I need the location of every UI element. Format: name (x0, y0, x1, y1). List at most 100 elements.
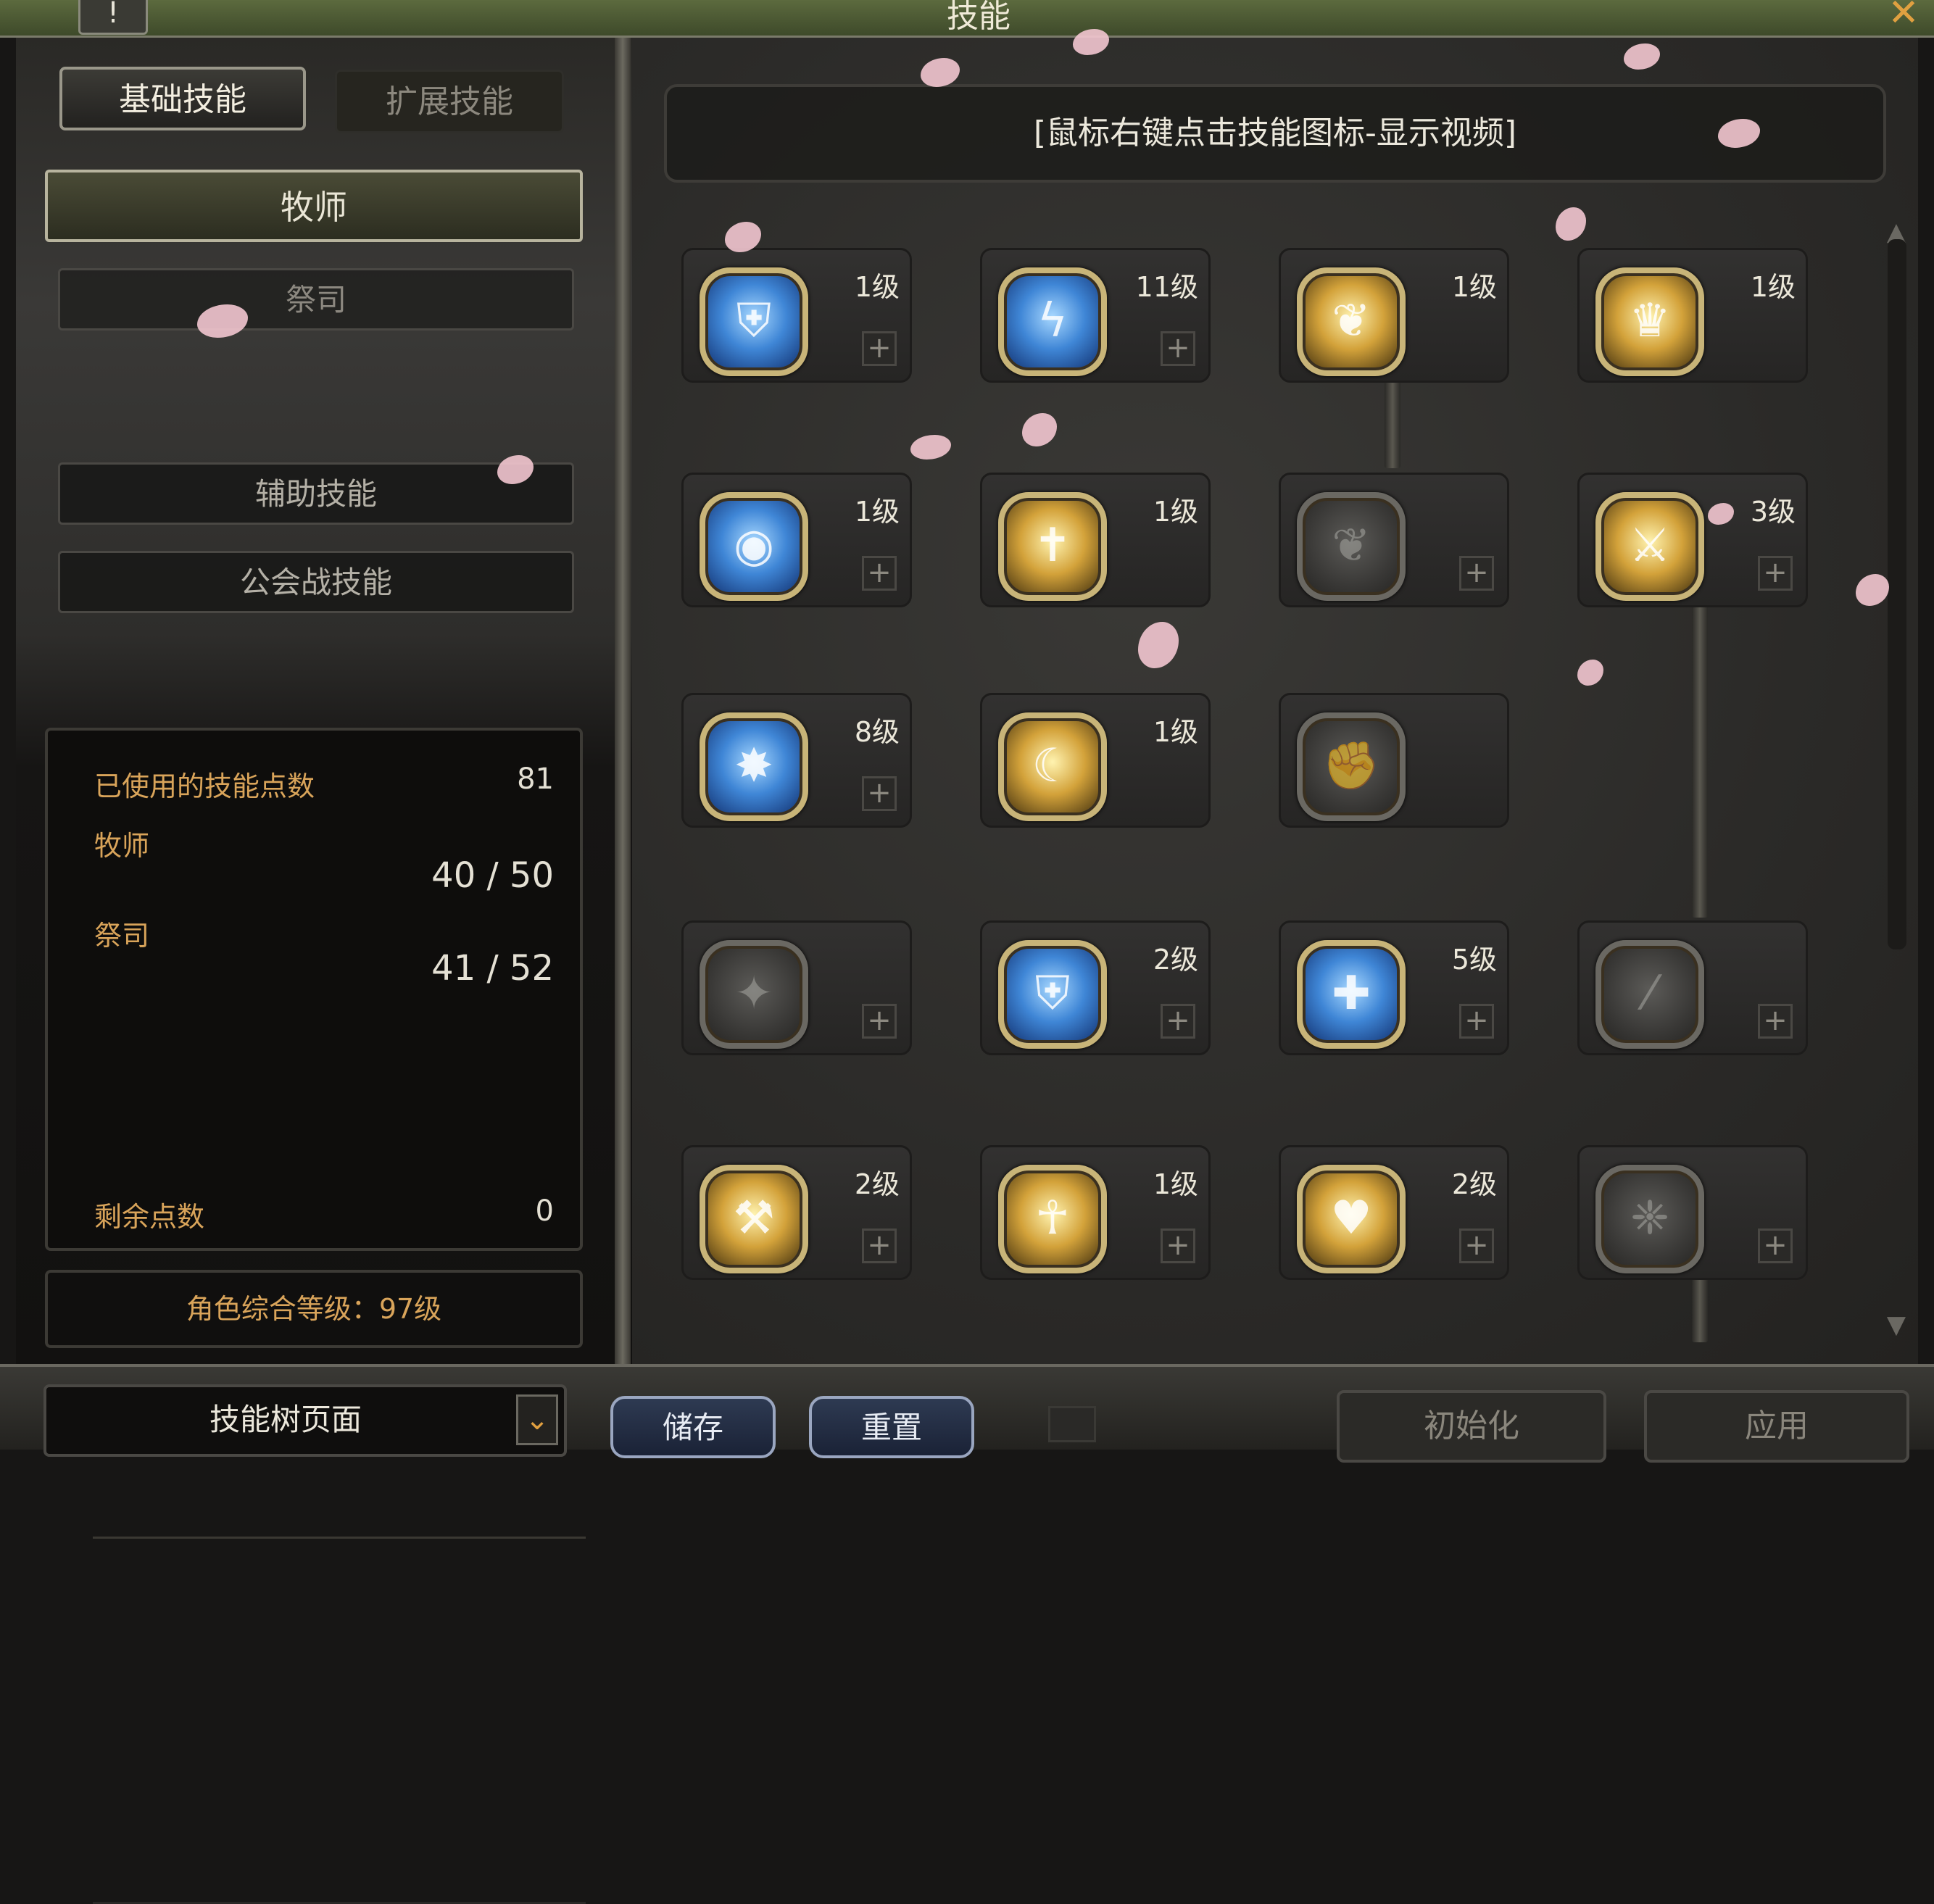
priest-icon[interactable]: ✝ (998, 492, 1107, 601)
window-title: 技能 (947, 0, 1010, 35)
skill-glyph: ❦ (1332, 294, 1371, 348)
claw-icon[interactable]: ❈ (1595, 1165, 1704, 1273)
skill-slot[interactable]: ϟ 11级 + (980, 248, 1211, 383)
class2-label: 祭司 (94, 920, 150, 952)
skill-glyph: ⛨ (736, 294, 771, 348)
fist-icon[interactable]: ✊ (1297, 712, 1406, 821)
add-skill-point-button[interactable]: + (1459, 1004, 1494, 1039)
category-priest[interactable]: 牧师 (45, 170, 583, 242)
skill-slot[interactable]: ☥ 1级 + (980, 1145, 1211, 1280)
skill-slot[interactable]: ☾ 1级 (980, 693, 1211, 828)
figure-icon[interactable]: ☥ (998, 1165, 1107, 1273)
skill-slot[interactable]: ✦ + (681, 920, 912, 1055)
skill-level: 2级 (854, 1168, 900, 1200)
skill-glyph: ⁄ (1645, 967, 1654, 1020)
skill-level: 2级 (1451, 1168, 1497, 1200)
skill-slot[interactable]: ✝ 1级 (980, 473, 1211, 607)
tab-extended-skills[interactable]: 扩展技能 (335, 70, 564, 133)
skill-level: 3级 (1750, 496, 1796, 528)
tree-connector (1692, 1277, 1708, 1342)
skill-level: 1级 (1153, 1168, 1198, 1200)
skill-tree-page-select[interactable]: 技能树页面 ⌄ (43, 1384, 567, 1457)
add-skill-point-button[interactable]: + (862, 1229, 897, 1263)
skill-level: 1级 (854, 271, 900, 303)
skill-level: 1级 (1153, 716, 1198, 748)
close-button[interactable]: ✕ (1882, 0, 1925, 35)
class1-points: 40 / 50 (431, 855, 554, 896)
skill-slot[interactable]: ✊ (1279, 693, 1509, 828)
help-button[interactable]: ! (78, 0, 148, 35)
add-skill-point-button[interactable]: + (1459, 556, 1494, 591)
add-skill-point-button[interactable]: + (862, 1004, 897, 1039)
skill-slot[interactable]: ♛ 1级 (1577, 248, 1808, 383)
add-skill-point-button[interactable]: + (1161, 1229, 1195, 1263)
skill-slot[interactable]: ♥ 2级 + (1279, 1145, 1509, 1280)
skill-slot[interactable]: ⁄ + (1577, 920, 1808, 1055)
skill-glyph: ☥ (1035, 1192, 1070, 1245)
skill-slot[interactable]: ⚔ 3级 + (1577, 473, 1808, 607)
skill-glyph: ☾ (1032, 739, 1074, 793)
burst-icon[interactable]: ✸ (700, 712, 808, 821)
reset-button[interactable]: 重置 (809, 1396, 974, 1458)
sword-icon[interactable]: ⚔ (1595, 492, 1704, 601)
add-skill-point-button[interactable]: + (1758, 556, 1793, 591)
skill-slot[interactable]: ✚ 5级 + (1279, 920, 1509, 1055)
add-skill-point-button[interactable]: + (1161, 1004, 1195, 1039)
slash-icon[interactable]: ⁄ (1595, 940, 1704, 1049)
add-skill-point-button[interactable]: + (1758, 1004, 1793, 1039)
circle-icon[interactable]: ◉ (700, 492, 808, 601)
class2-points: 41 / 52 (431, 948, 554, 989)
skill-slot[interactable]: ❦ 1级 (1279, 248, 1509, 383)
placeholder-box (1048, 1406, 1096, 1442)
add-skill-point-button[interactable]: + (862, 776, 897, 811)
skill-glyph: ♛ (1629, 294, 1671, 348)
tree-connector (1692, 606, 1708, 918)
skill-glyph: ⚒ (733, 1192, 775, 1245)
bird-icon[interactable]: ❦ (1297, 492, 1406, 601)
skill-level: 8级 (854, 716, 900, 748)
skill-level: 1级 (1153, 496, 1198, 528)
skill-slot[interactable]: ❈ + (1577, 1145, 1808, 1280)
summon-icon[interactable]: ♛ (1595, 267, 1704, 376)
scrollbar[interactable] (1888, 239, 1906, 949)
skill-slot[interactable]: ⛨ 2级 + (980, 920, 1211, 1055)
hp-icon[interactable]: ♥ (1297, 1165, 1406, 1273)
tree-connector (1385, 381, 1400, 468)
hammer-icon[interactable]: ⚒ (700, 1165, 808, 1273)
add-skill-point-button[interactable]: + (1459, 1229, 1494, 1263)
add-skill-point-button[interactable]: + (1161, 331, 1195, 366)
skill-level: 1级 (854, 496, 900, 528)
save-button[interactable]: 储存 (610, 1396, 776, 1458)
initialize-button[interactable]: 初始化 (1337, 1390, 1606, 1463)
skill-glyph: ϟ (1037, 294, 1068, 348)
remaining-points-label: 剩余点数 (94, 1201, 205, 1233)
skill-glyph: ⛨ (1035, 967, 1070, 1020)
cross-icon[interactable]: ✚ (1297, 940, 1406, 1049)
skill-slot[interactable]: ⛨ 1级 + (681, 248, 912, 383)
category-guild-war-skills[interactable]: 公会战技能 (58, 551, 574, 613)
arc-icon[interactable]: ☾ (998, 712, 1107, 821)
skill-glyph: ❦ (1332, 519, 1371, 573)
shield-icon[interactable]: ⛨ (998, 940, 1107, 1049)
skill-slot[interactable]: ❦ + (1279, 473, 1509, 607)
skill-level: 11级 (1135, 271, 1198, 303)
shield-icon[interactable]: ⛨ (700, 267, 808, 376)
add-skill-point-button[interactable]: + (1758, 1229, 1793, 1263)
apply-button[interactable]: 应用 (1644, 1390, 1909, 1463)
tab-basic-skills[interactable]: 基础技能 (59, 67, 306, 130)
lightning-icon[interactable]: ϟ (998, 267, 1107, 376)
skill-slot[interactable]: ✸ 8级 + (681, 693, 912, 828)
scroll-down-icon[interactable]: ▼ (1882, 1310, 1911, 1339)
chevron-down-icon[interactable]: ⌄ (516, 1394, 558, 1445)
category-cleric[interactable]: 祭司 (58, 268, 574, 331)
add-skill-point-button[interactable]: + (862, 331, 897, 366)
add-skill-point-button[interactable]: + (862, 556, 897, 591)
skill-level: 1级 (1451, 271, 1497, 303)
skill-slot[interactable]: ⚒ 2级 + (681, 1145, 912, 1280)
star-icon[interactable]: ✦ (700, 940, 808, 1049)
overall-level: 角色综合等级：97级 (45, 1270, 583, 1348)
class1-label: 牧师 (94, 830, 150, 862)
skill-level: 2级 (1153, 944, 1198, 976)
skill-slot[interactable]: ◉ 1级 + (681, 473, 912, 607)
bird-icon[interactable]: ❦ (1297, 267, 1406, 376)
